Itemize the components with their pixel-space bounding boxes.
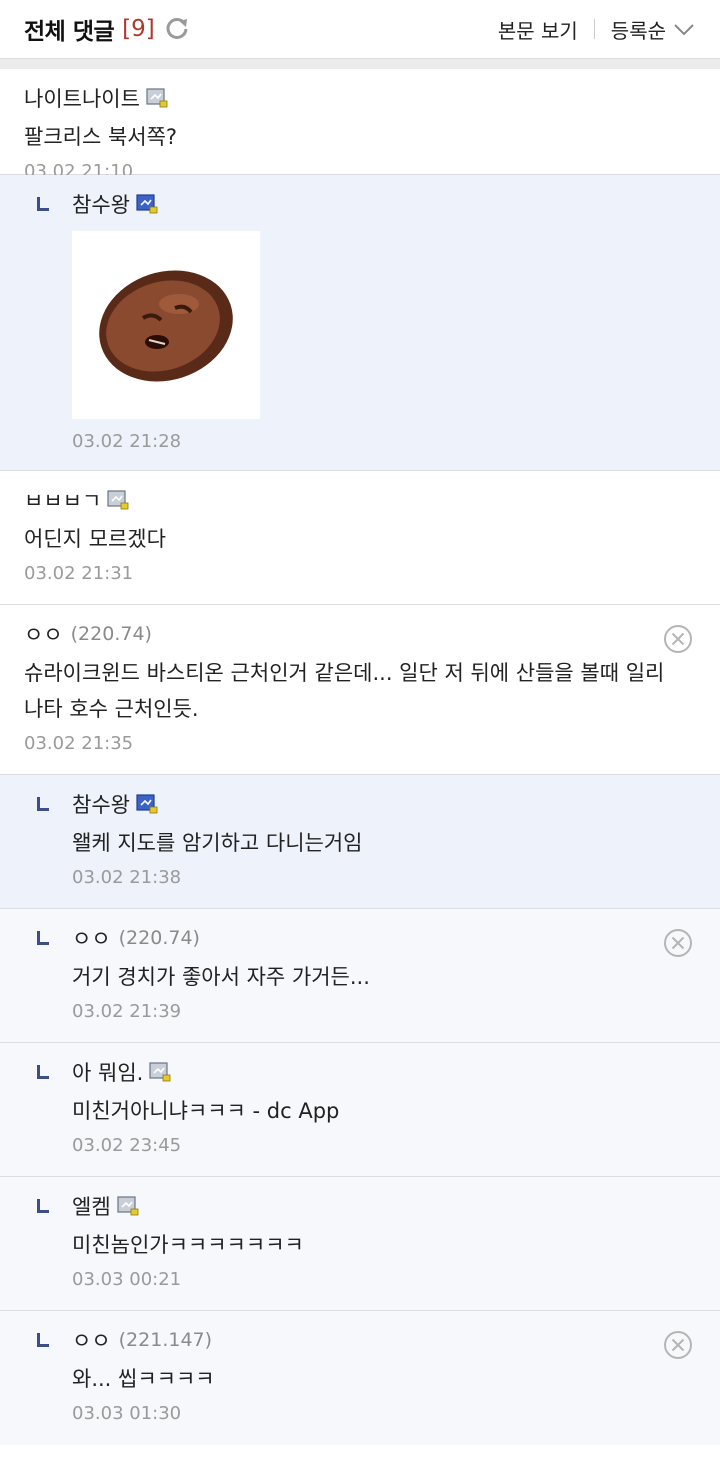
comment-meta: 아 뭐임.: [72, 1057, 696, 1087]
comment-header: 전체 댓글 [9] 본문 보기 등록순: [0, 0, 720, 58]
face-emoticon-icon: [99, 270, 233, 382]
reply-item: 참수왕 03.02 21:28: [0, 175, 720, 471]
reply-item: 아 뭐임. 미친거아니냐ㅋㅋㅋ - dc App 03.02 23:45: [0, 1043, 720, 1177]
comment-item: ㅇㅇ (220.74) 슈라이크윈드 바스티온 근처인거 같은데... 일단 저…: [0, 605, 720, 775]
header-left: 전체 댓글 [9]: [24, 12, 191, 46]
delete-comment-icon[interactable]: [662, 623, 694, 655]
comment-meta: 엘켐: [72, 1191, 696, 1221]
comment-time: 03.02 21:39: [72, 1001, 182, 1022]
comment-time: 03.02 21:28: [72, 431, 182, 452]
comment-meta: 참수왕: [72, 189, 696, 219]
sort-dropdown[interactable]: 등록순: [611, 15, 696, 44]
reply-item: 참수왕 왤케 지도를 암기하고 다니는거임 03.02 21:38: [0, 775, 720, 909]
gallery-badge-icon: [146, 88, 168, 108]
comment-text: 어딘지 모르겠다: [24, 527, 166, 551]
gallery-badge-icon: [107, 490, 129, 510]
comment-time: 03.02 23:45: [72, 1135, 182, 1156]
comment-item: ㅂㅂㅂㄱ 어딘지 모르겠다 03.02 21:31: [0, 471, 720, 605]
comment-text: 와... 씹ㅋㅋㅋㅋ: [72, 1367, 215, 1391]
comment-nickname[interactable]: 참수왕: [72, 789, 130, 819]
comment-ip: (220.74): [70, 623, 152, 645]
comment-meta: ㅇㅇ (221.147): [72, 1325, 696, 1355]
gallery-badge-icon: [117, 1196, 139, 1216]
comment-text: 팔크리스 북서쪽?: [24, 125, 178, 149]
comment-nickname[interactable]: 아 뭐임.: [72, 1057, 143, 1087]
sort-label: 등록순: [610, 18, 666, 43]
reply-arrow-icon: [37, 1199, 49, 1213]
reply-arrow-icon: [37, 197, 49, 211]
view-post-button[interactable]: 본문 보기: [498, 15, 578, 44]
comment-ip: (220.74): [118, 927, 200, 949]
reply-arrow-icon: [37, 931, 49, 945]
comment-nickname[interactable]: ㅂㅂㅂㄱ: [24, 485, 101, 515]
comment-meta: ㅇㅇ (220.74): [24, 619, 696, 649]
gallery-badge-icon: [149, 1062, 171, 1082]
comment-nickname[interactable]: ㅇㅇ: [72, 1325, 111, 1355]
chevron-down-icon: [674, 24, 694, 36]
comment-time: 03.02 21:31: [24, 563, 134, 584]
comment-text: 거기 경치가 좋아서 자주 가거든...: [72, 965, 370, 989]
fixed-nick-badge-icon: [136, 194, 158, 214]
comment-nickname[interactable]: 나이트나이트: [24, 83, 140, 113]
comment-nickname[interactable]: 참수왕: [72, 189, 130, 219]
comment-time: 03.02 21:35: [24, 733, 134, 754]
comment-count: [9]: [122, 16, 155, 42]
comment-ip: (221.147): [118, 1329, 213, 1351]
reply-item: ㅇㅇ (221.147) 와... 씹ㅋㅋㅋㅋ 03.03 01:30: [0, 1311, 720, 1445]
comment-text: 미친거아니냐ㅋㅋㅋ - dc App: [72, 1099, 340, 1123]
comment-time: 03.02 21:38: [72, 867, 182, 888]
reply-arrow-icon: [37, 797, 49, 811]
comment-text: 미친놈인가ㅋㅋㅋㅋㅋㅋㅋ: [72, 1233, 304, 1257]
comment-nickname[interactable]: ㅇㅇ: [72, 923, 111, 953]
comment-nickname[interactable]: 엘켐: [72, 1191, 111, 1221]
comment-nickname[interactable]: ㅇㅇ: [24, 619, 63, 649]
reply-arrow-icon: [37, 1333, 49, 1347]
section-divider: [0, 58, 720, 69]
comment-text: 왤케 지도를 암기하고 다니는거임: [72, 831, 363, 855]
delete-comment-icon[interactable]: [662, 1329, 694, 1361]
header-divider: [593, 19, 595, 39]
comment-meta: 나이트나이트: [24, 83, 696, 113]
reply-arrow-icon: [37, 1065, 49, 1079]
refresh-icon[interactable]: [163, 15, 191, 43]
comment-time: 03.03 01:30: [72, 1403, 182, 1424]
fixed-nick-badge-icon: [136, 794, 158, 814]
comment-item: 나이트나이트 팔크리스 북서쪽? 03.02 21:10: [0, 69, 720, 182]
face-emoticon-image: [72, 231, 260, 419]
comment-meta: 참수왕: [72, 789, 696, 819]
comment-time: 03.03 00:21: [72, 1269, 182, 1290]
reply-item: ㅇㅇ (220.74) 거기 경치가 좋아서 자주 가거든... 03.02 2…: [0, 909, 720, 1043]
reply-item: 엘켐 미친놈인가ㅋㅋㅋㅋㅋㅋㅋ 03.03 00:21: [0, 1177, 720, 1311]
comment-meta: ㅇㅇ (220.74): [72, 923, 696, 953]
delete-comment-icon[interactable]: [662, 927, 694, 959]
comment-text: 슈라이크윈드 바스티온 근처인거 같은데... 일단 저 뒤에 산들을 볼때 일…: [24, 661, 665, 721]
comment-meta: ㅂㅂㅂㄱ: [24, 485, 696, 515]
comments-title: 전체 댓글: [24, 19, 115, 45]
header-right: 본문 보기 등록순: [498, 15, 696, 44]
